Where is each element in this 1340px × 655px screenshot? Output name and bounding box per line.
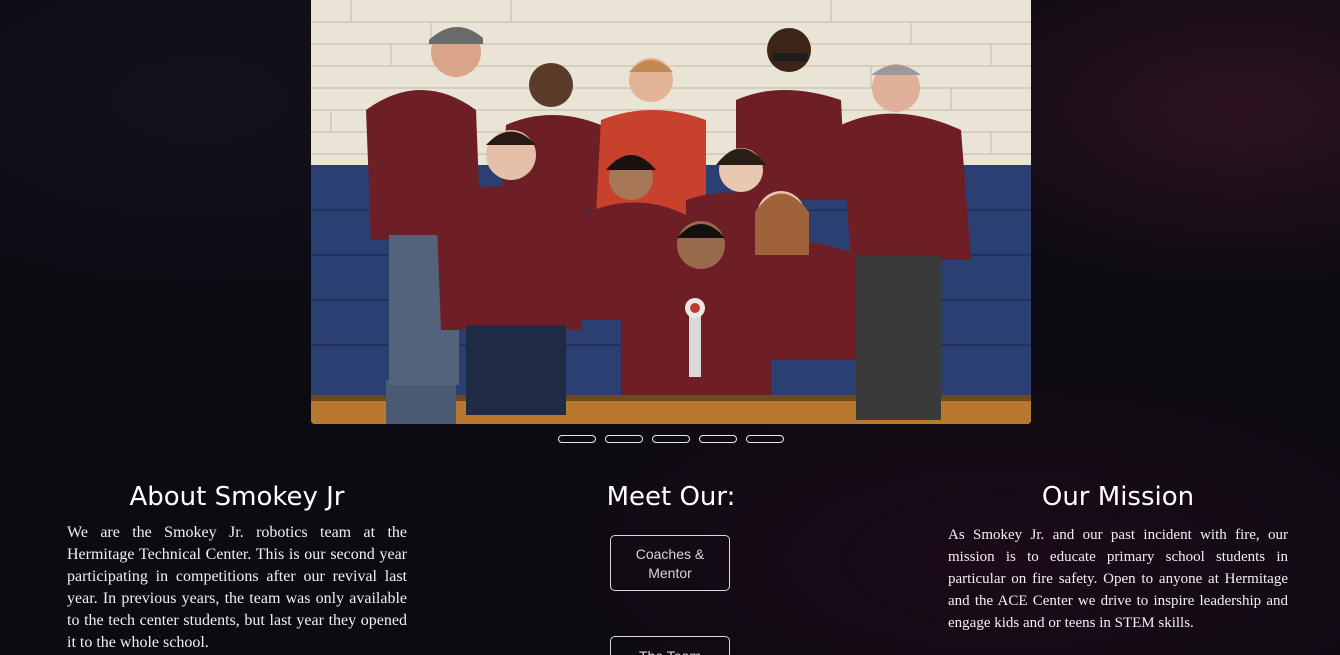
team-photo (311, 0, 1031, 424)
about-heading: About Smokey Jr (129, 482, 345, 512)
carousel-indicator-2[interactable] (605, 435, 643, 443)
carousel-indicator-5[interactable] (746, 435, 784, 443)
mission-heading: Our Mission (1041, 482, 1195, 512)
coaches-mentor-button[interactable]: Coaches & Mentor (610, 535, 730, 591)
carousel-indicator-4[interactable] (699, 435, 737, 443)
mission-text: As Smokey Jr. and our past incident with… (948, 527, 1288, 631)
carousel-indicators (558, 435, 784, 443)
carousel-indicator-3[interactable] (652, 435, 690, 443)
image-carousel[interactable] (311, 0, 1031, 424)
about-text: We are the Smokey Jr. robotics team at t… (67, 524, 407, 651)
carousel-indicator-1[interactable] (558, 435, 596, 443)
the-team-button[interactable]: The Team (610, 636, 730, 655)
meet-heading: Meet Our: (606, 482, 736, 512)
